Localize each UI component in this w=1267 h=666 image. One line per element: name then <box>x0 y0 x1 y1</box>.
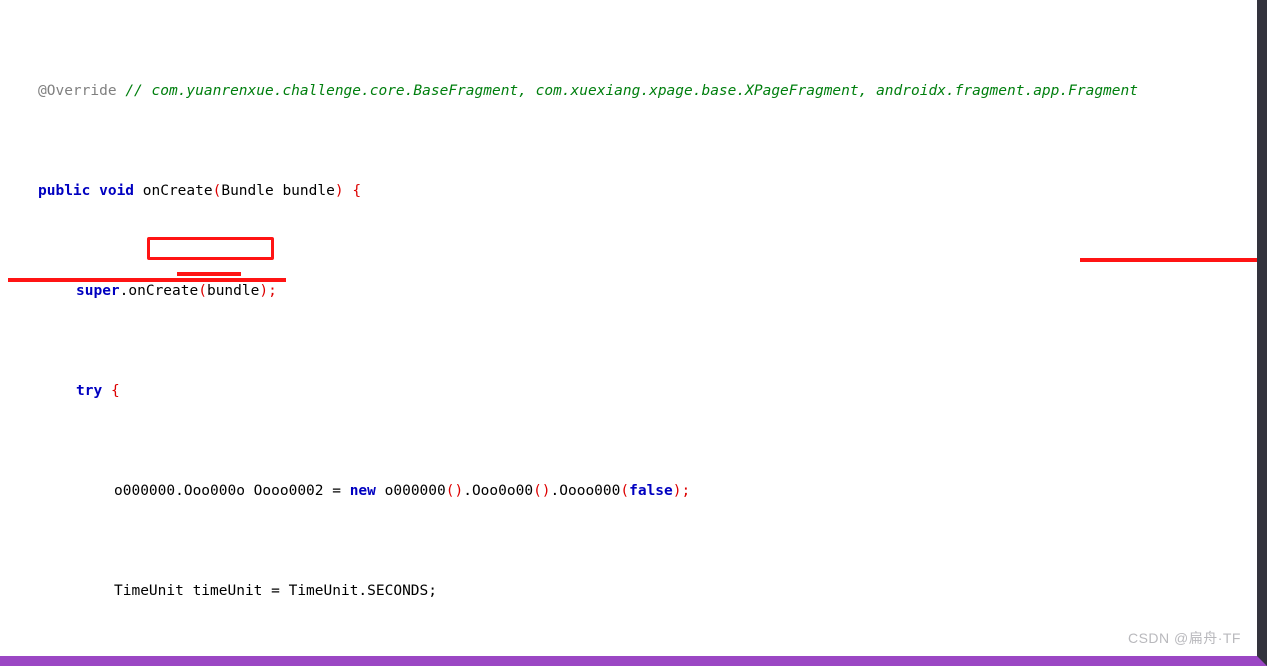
source-code-block[interactable]: @Override // com.yuanrenxue.challenge.co… <box>0 0 1257 656</box>
code-line: @Override // com.yuanrenxue.challenge.co… <box>0 81 1257 101</box>
code-line: public void onCreate(Bundle bundle) { <box>38 183 362 199</box>
code-line: TimeUnit timeUnit = TimeUnit.SECONDS; <box>114 583 438 599</box>
csdn-watermark: CSDN @扁舟·TF <box>1127 630 1241 646</box>
comment-token: // com.yuanrenxue.challenge.core.BaseFra… <box>125 83 1138 99</box>
code-viewer-window: @Override // com.yuanrenxue.challenge.co… <box>0 0 1267 666</box>
code-line: try { <box>76 383 120 399</box>
annotation-token: @Override <box>38 83 126 99</box>
code-line: o000000.Ooo000o Oooo0002 = new o000000()… <box>114 483 691 499</box>
code-line: super.onCreate(bundle); <box>76 283 277 299</box>
